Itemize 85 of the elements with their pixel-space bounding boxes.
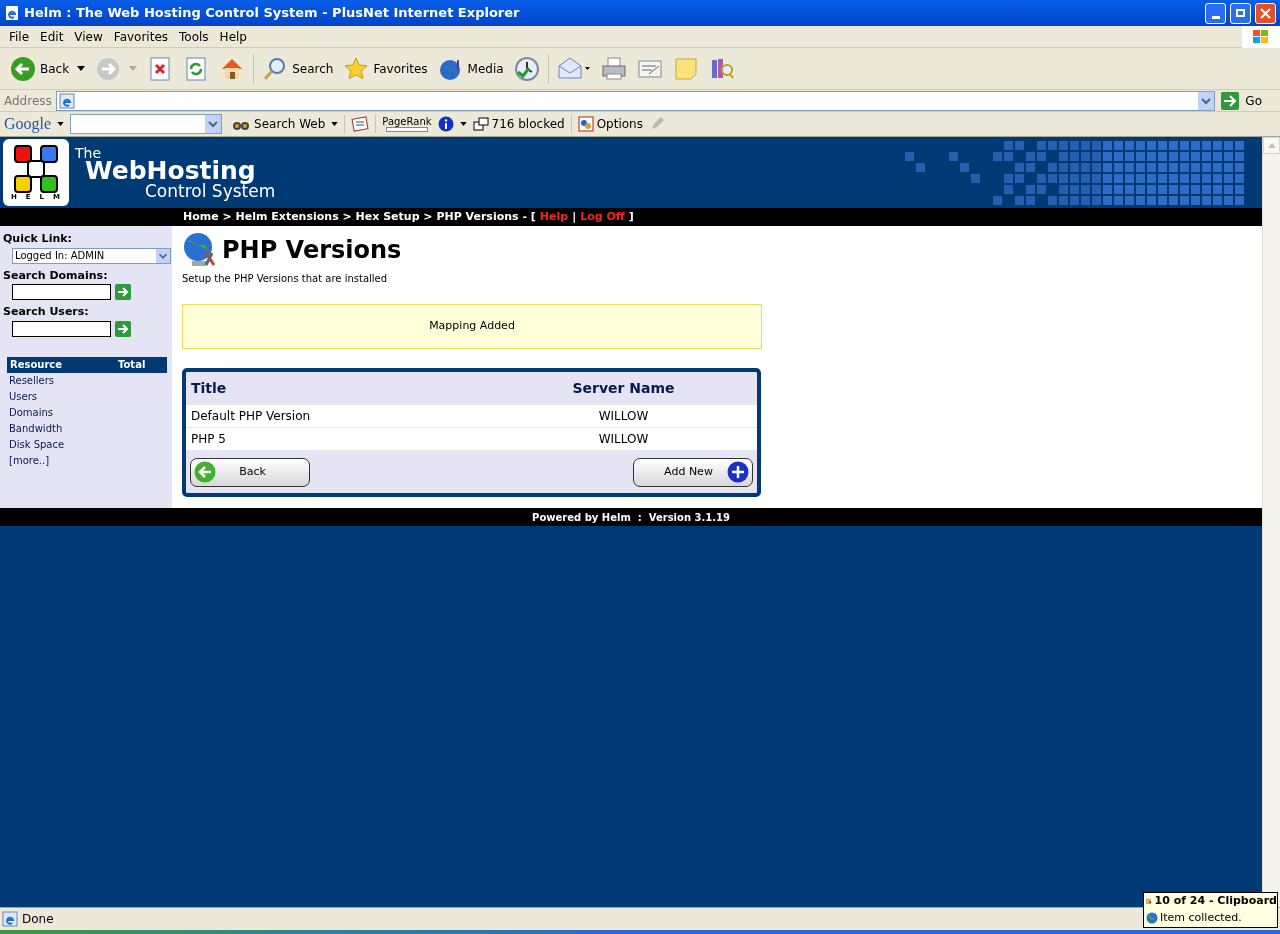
resource-table-header: Resource Total (7, 356, 167, 373)
column-header: Server Name (571, 379, 676, 398)
table-cell-text: WILLOW (597, 408, 650, 425)
globe-tools-icon (182, 231, 218, 269)
breadcrumb-path: Home > Helm Extensions > Hex Setup > PHP Versions - [ (183, 208, 536, 225)
dropdown-caret-icon (57, 122, 65, 126)
envelope-icon (556, 55, 591, 82)
resource-link[interactable]: Disk Space (9, 436, 65, 453)
printer-icon (600, 55, 627, 82)
toolbar-button[interactable]: Back (8, 52, 88, 85)
browser-page-icon (58, 92, 75, 109)
go-button[interactable]: Go (1219, 91, 1264, 110)
options-icon (577, 116, 594, 132)
header-link[interactable]: Help (539, 208, 569, 226)
logo-text: The (75, 145, 102, 160)
column-header: Title (190, 379, 228, 398)
arrow-right-icon (1221, 91, 1240, 110)
toolbar-button[interactable]: Search (260, 52, 336, 85)
page-title: PHP Versions (222, 235, 402, 266)
page-subtitle: Setup the PHP Versions that are installed (182, 272, 388, 286)
quick-link-label: Quick Link: (3, 231, 73, 247)
link-separator: | (572, 208, 577, 225)
star-icon (343, 55, 370, 82)
dropdown-caret-icon (459, 122, 467, 126)
message-box: Mapping Added (182, 304, 762, 349)
toolbar-button[interactable]: Media (435, 52, 506, 85)
quick-link-select[interactable]: Logged In: ADMIN (12, 247, 171, 264)
pagerank-bar (385, 127, 428, 132)
logo-text: WebHosting (85, 157, 256, 183)
menu-item[interactable]: Favorites (108, 27, 174, 46)
resource-link[interactable]: Users (9, 388, 37, 405)
back-button[interactable]: Back (190, 457, 310, 487)
windows-stack-icon (472, 117, 489, 131)
globe-icon (1146, 911, 1158, 924)
go-arrow-button[interactable] (115, 284, 131, 300)
resource-link[interactable]: Domains (9, 404, 53, 421)
close-button[interactable] (1255, 2, 1276, 24)
restore-button[interactable] (1230, 2, 1251, 24)
notification-text: Item collected. (1160, 909, 1242, 926)
go-arrow-button[interactable] (115, 320, 131, 337)
browser-page-icon (2, 911, 18, 927)
menu-item[interactable]: Tools (174, 27, 214, 46)
footer-text: Powered by Helm : Version 3.1.19 (532, 510, 730, 525)
resource-link[interactable]: Resellers (9, 372, 55, 389)
search-domains-label: Search Domains: (3, 267, 109, 284)
options-button[interactable]: Options (577, 115, 643, 133)
search-users-label: Search Users: (3, 304, 90, 320)
menu-item[interactable]: Edit (35, 27, 69, 46)
table-cell-text: WILLOW (597, 431, 650, 448)
resource-link[interactable]: Bandwidth (9, 420, 63, 437)
popup-blocker-button[interactable]: 716 blocked (472, 115, 565, 133)
windows-flag-icon (1252, 28, 1270, 45)
resource-link[interactable]: [more..] (9, 452, 50, 469)
up-caret-icon (1267, 143, 1276, 148)
google-search-field[interactable] (70, 114, 223, 134)
search-users-field[interactable] (12, 320, 111, 337)
news-icon[interactable] (351, 116, 370, 132)
table-cell-text: Default PHP Version (190, 408, 312, 425)
minimize-button[interactable] (1205, 2, 1226, 24)
dropdown-caret-icon (77, 66, 86, 71)
menu-item[interactable]: File (4, 27, 35, 46)
google-brand[interactable]: Google (4, 112, 52, 136)
search-domains-field[interactable] (12, 284, 111, 300)
header-link[interactable]: Log Off (580, 208, 625, 226)
address-label: Address (4, 92, 52, 110)
info-icon[interactable] (437, 116, 454, 132)
colored-squares-drawing (14, 145, 58, 193)
plus-icon (727, 461, 749, 483)
window-title: Helm : The Web Hosting Control System - PlusNet Internet Explorer (24, 4, 521, 23)
notification-title: 10 of 24 - Clipboard (1154, 893, 1277, 909)
table-cell-text: PHP 5 (190, 431, 227, 448)
dropdown-caret-icon (129, 66, 138, 71)
toolbar-button[interactable]: Favorites (341, 52, 430, 85)
bracket-text: ] (628, 208, 634, 225)
status-text: Done (22, 911, 54, 928)
menu-item[interactable]: Help (214, 27, 252, 46)
menu-item[interactable]: View (69, 27, 108, 46)
dropdown-caret-icon (331, 122, 339, 126)
pagerank-label: PageRank (382, 116, 432, 127)
close-icon (1260, 7, 1271, 19)
search-web-button[interactable]: Search Web (232, 115, 326, 133)
address-field[interactable] (55, 90, 1216, 111)
sticky-note-icon (672, 55, 699, 82)
add-new-button[interactable]: Add New (633, 457, 753, 487)
browser-page-icon (4, 5, 20, 21)
